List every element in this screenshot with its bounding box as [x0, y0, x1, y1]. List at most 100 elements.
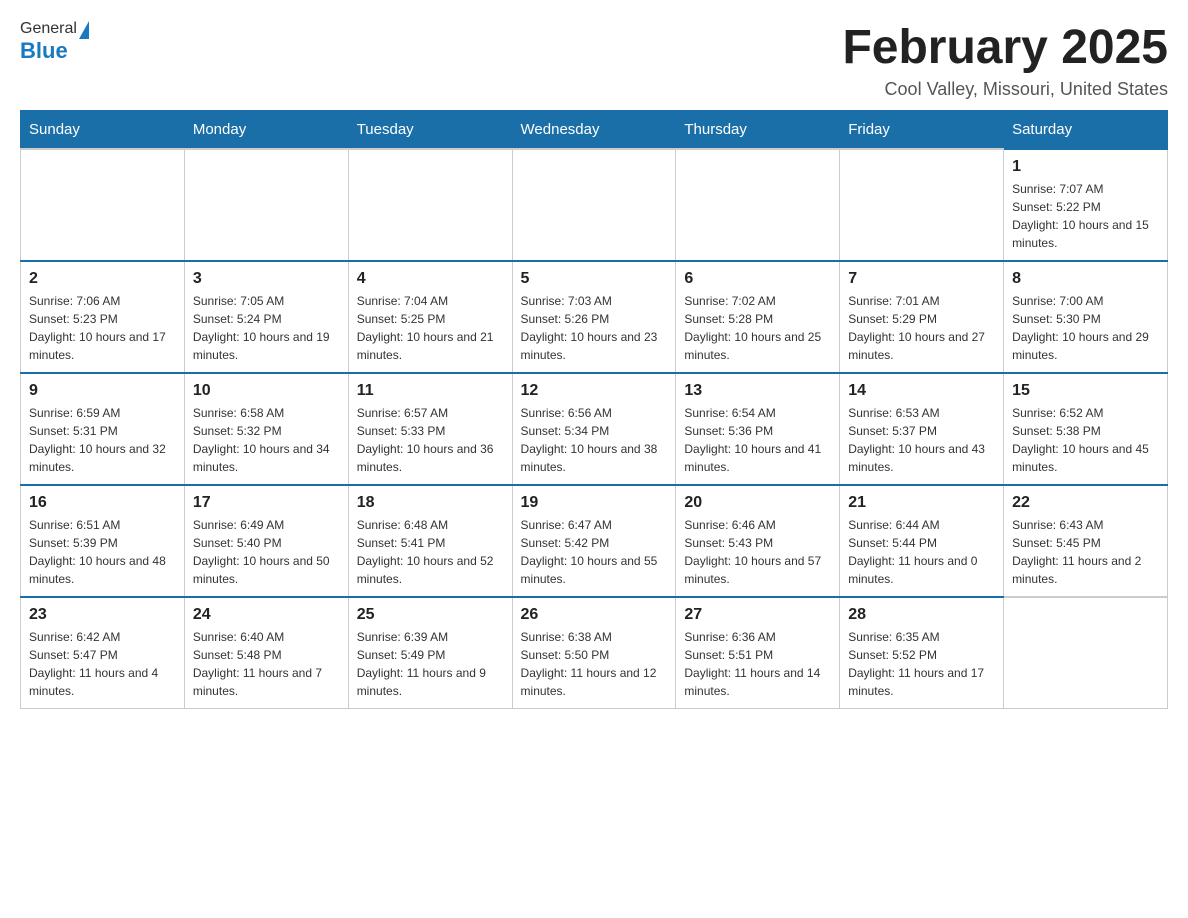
day-info: Sunrise: 6:38 AM Sunset: 5:50 PM Dayligh…	[521, 628, 668, 700]
logo-triangle-icon	[79, 21, 89, 39]
calendar-cell: 28 Sunrise: 6:35 AM Sunset: 5:52 PM Dayli…	[840, 597, 1004, 709]
weekday-header-friday: Friday	[840, 111, 1004, 150]
logo: General Blue	[20, 20, 89, 64]
day-number: 5	[521, 270, 668, 288]
page-header: General Blue February 2025 Cool Valley, …	[20, 20, 1168, 100]
weekday-header-thursday: Thursday	[676, 111, 840, 150]
day-number: 20	[684, 494, 831, 512]
calendar-cell: 10 Sunrise: 6:58 AM Sunset: 5:32 PM Dayli…	[184, 373, 348, 485]
weekday-header-monday: Monday	[184, 111, 348, 150]
day-info: Sunrise: 6:47 AM Sunset: 5:42 PM Dayligh…	[521, 516, 668, 588]
day-number: 2	[29, 270, 176, 288]
day-info: Sunrise: 6:44 AM Sunset: 5:44 PM Dayligh…	[848, 516, 995, 588]
day-number: 13	[684, 382, 831, 400]
week-row-5: 23 Sunrise: 6:42 AM Sunset: 5:47 PM Dayli…	[21, 597, 1168, 709]
day-number: 18	[357, 494, 504, 512]
day-info: Sunrise: 7:02 AM Sunset: 5:28 PM Dayligh…	[684, 292, 831, 364]
day-info: Sunrise: 6:58 AM Sunset: 5:32 PM Dayligh…	[193, 404, 340, 476]
weekday-header-saturday: Saturday	[1004, 111, 1168, 150]
day-info: Sunrise: 6:42 AM Sunset: 5:47 PM Dayligh…	[29, 628, 176, 700]
day-info: Sunrise: 6:54 AM Sunset: 5:36 PM Dayligh…	[684, 404, 831, 476]
day-number: 8	[1012, 270, 1159, 288]
calendar-cell: 1 Sunrise: 7:07 AM Sunset: 5:22 PM Daylig…	[1004, 149, 1168, 261]
week-row-1: 1 Sunrise: 7:07 AM Sunset: 5:22 PM Daylig…	[21, 149, 1168, 261]
weekday-header-sunday: Sunday	[21, 111, 185, 150]
day-number: 9	[29, 382, 176, 400]
day-info: Sunrise: 7:06 AM Sunset: 5:23 PM Dayligh…	[29, 292, 176, 364]
calendar-cell: 19Sunrise: 6:47 AM Sunset: 5:42 PM Dayli…	[512, 485, 676, 597]
calendar-cell	[840, 149, 1004, 261]
calendar-cell: 11Sunrise: 6:57 AM Sunset: 5:33 PM Dayli…	[348, 373, 512, 485]
calendar-cell: 25Sunrise: 6:39 AM Sunset: 5:49 PM Dayli…	[348, 597, 512, 709]
day-info: Sunrise: 6:56 AM Sunset: 5:34 PM Dayligh…	[521, 404, 668, 476]
calendar-cell: 2 Sunrise: 7:06 AM Sunset: 5:23 PM Daylig…	[21, 261, 185, 373]
calendar-cell: 13 Sunrise: 6:54 AM Sunset: 5:36 PM Dayli…	[676, 373, 840, 485]
day-info: Sunrise: 7:05 AM Sunset: 5:24 PM Dayligh…	[193, 292, 340, 364]
day-info: Sunrise: 6:48 AM Sunset: 5:41 PM Dayligh…	[357, 516, 504, 588]
day-info: Sunrise: 6:51 AM Sunset: 5:39 PM Dayligh…	[29, 516, 176, 588]
day-info: Sunrise: 6:49 AM Sunset: 5:40 PM Dayligh…	[193, 516, 340, 588]
day-info: Sunrise: 7:07 AM Sunset: 5:22 PM Dayligh…	[1012, 180, 1159, 252]
calendar-cell	[348, 149, 512, 261]
week-row-3: 9 Sunrise: 6:59 AM Sunset: 5:31 PM Daylig…	[21, 373, 1168, 485]
day-number: 16	[29, 494, 176, 512]
calendar-table: SundayMondayTuesdayWednesdayThursdayFrid…	[20, 110, 1168, 709]
calendar-cell: 9 Sunrise: 6:59 AM Sunset: 5:31 PM Daylig…	[21, 373, 185, 485]
day-info: Sunrise: 6:40 AM Sunset: 5:48 PM Dayligh…	[193, 628, 340, 700]
day-info: Sunrise: 6:53 AM Sunset: 5:37 PM Dayligh…	[848, 404, 995, 476]
day-info: Sunrise: 7:03 AM Sunset: 5:26 PM Dayligh…	[521, 292, 668, 364]
day-info: Sunrise: 6:59 AM Sunset: 5:31 PM Dayligh…	[29, 404, 176, 476]
day-number: 21	[848, 494, 995, 512]
calendar-cell: 21 Sunrise: 6:44 AM Sunset: 5:44 PM Dayli…	[840, 485, 1004, 597]
day-number: 25	[357, 606, 504, 624]
calendar-cell: 15 Sunrise: 6:52 AM Sunset: 5:38 PM Dayli…	[1004, 373, 1168, 485]
calendar-cell: 23 Sunrise: 6:42 AM Sunset: 5:47 PM Dayli…	[21, 597, 185, 709]
day-info: Sunrise: 7:01 AM Sunset: 5:29 PM Dayligh…	[848, 292, 995, 364]
calendar-cell: 20 Sunrise: 6:46 AM Sunset: 5:43 PM Dayli…	[676, 485, 840, 597]
calendar-cell	[512, 149, 676, 261]
title-block: February 2025 Cool Valley, Missouri, Uni…	[842, 20, 1168, 100]
day-number: 4	[357, 270, 504, 288]
calendar-cell: 22Sunrise: 6:43 AM Sunset: 5:45 PM Dayli…	[1004, 485, 1168, 597]
day-number: 15	[1012, 382, 1159, 400]
calendar-cell	[21, 149, 185, 261]
day-number: 28	[848, 606, 995, 624]
day-number: 27	[684, 606, 831, 624]
weekday-header-tuesday: Tuesday	[348, 111, 512, 150]
day-number: 24	[193, 606, 340, 624]
day-number: 10	[193, 382, 340, 400]
week-row-2: 2 Sunrise: 7:06 AM Sunset: 5:23 PM Daylig…	[21, 261, 1168, 373]
day-number: 11	[357, 382, 504, 400]
calendar-cell: 7 Sunrise: 7:01 AM Sunset: 5:29 PM Daylig…	[840, 261, 1004, 373]
calendar-cell: 16 Sunrise: 6:51 AM Sunset: 5:39 PM Dayli…	[21, 485, 185, 597]
day-number: 26	[521, 606, 668, 624]
month-title: February 2025	[842, 20, 1168, 75]
day-info: Sunrise: 6:35 AM Sunset: 5:52 PM Dayligh…	[848, 628, 995, 700]
day-info: Sunrise: 7:04 AM Sunset: 5:25 PM Dayligh…	[357, 292, 504, 364]
day-number: 14	[848, 382, 995, 400]
day-number: 7	[848, 270, 995, 288]
day-info: Sunrise: 6:36 AM Sunset: 5:51 PM Dayligh…	[684, 628, 831, 700]
calendar-cell: 5 Sunrise: 7:03 AM Sunset: 5:26 PM Daylig…	[512, 261, 676, 373]
day-info: Sunrise: 7:00 AM Sunset: 5:30 PM Dayligh…	[1012, 292, 1159, 364]
calendar-cell	[184, 149, 348, 261]
calendar-cell	[676, 149, 840, 261]
day-number: 23	[29, 606, 176, 624]
calendar-cell: 12Sunrise: 6:56 AM Sunset: 5:34 PM Dayli…	[512, 373, 676, 485]
day-number: 6	[684, 270, 831, 288]
logo-blue-text: Blue	[20, 38, 68, 63]
day-number: 1	[1012, 158, 1159, 176]
calendar-cell: 14 Sunrise: 6:53 AM Sunset: 5:37 PM Dayli…	[840, 373, 1004, 485]
weekday-header-wednesday: Wednesday	[512, 111, 676, 150]
calendar-cell: 27 Sunrise: 6:36 AM Sunset: 5:51 PM Dayli…	[676, 597, 840, 709]
location-subtitle: Cool Valley, Missouri, United States	[842, 79, 1168, 100]
logo-general-text: General	[20, 20, 77, 38]
day-info: Sunrise: 6:46 AM Sunset: 5:43 PM Dayligh…	[684, 516, 831, 588]
calendar-cell: 26 Sunrise: 6:38 AM Sunset: 5:50 PM Dayli…	[512, 597, 676, 709]
calendar-cell: 17 Sunrise: 6:49 AM Sunset: 5:40 PM Dayli…	[184, 485, 348, 597]
day-info: Sunrise: 6:43 AM Sunset: 5:45 PM Dayligh…	[1012, 516, 1159, 588]
week-row-4: 16 Sunrise: 6:51 AM Sunset: 5:39 PM Dayli…	[21, 485, 1168, 597]
weekday-header-row: SundayMondayTuesdayWednesdayThursdayFrid…	[21, 111, 1168, 150]
day-number: 17	[193, 494, 340, 512]
day-info: Sunrise: 6:52 AM Sunset: 5:38 PM Dayligh…	[1012, 404, 1159, 476]
